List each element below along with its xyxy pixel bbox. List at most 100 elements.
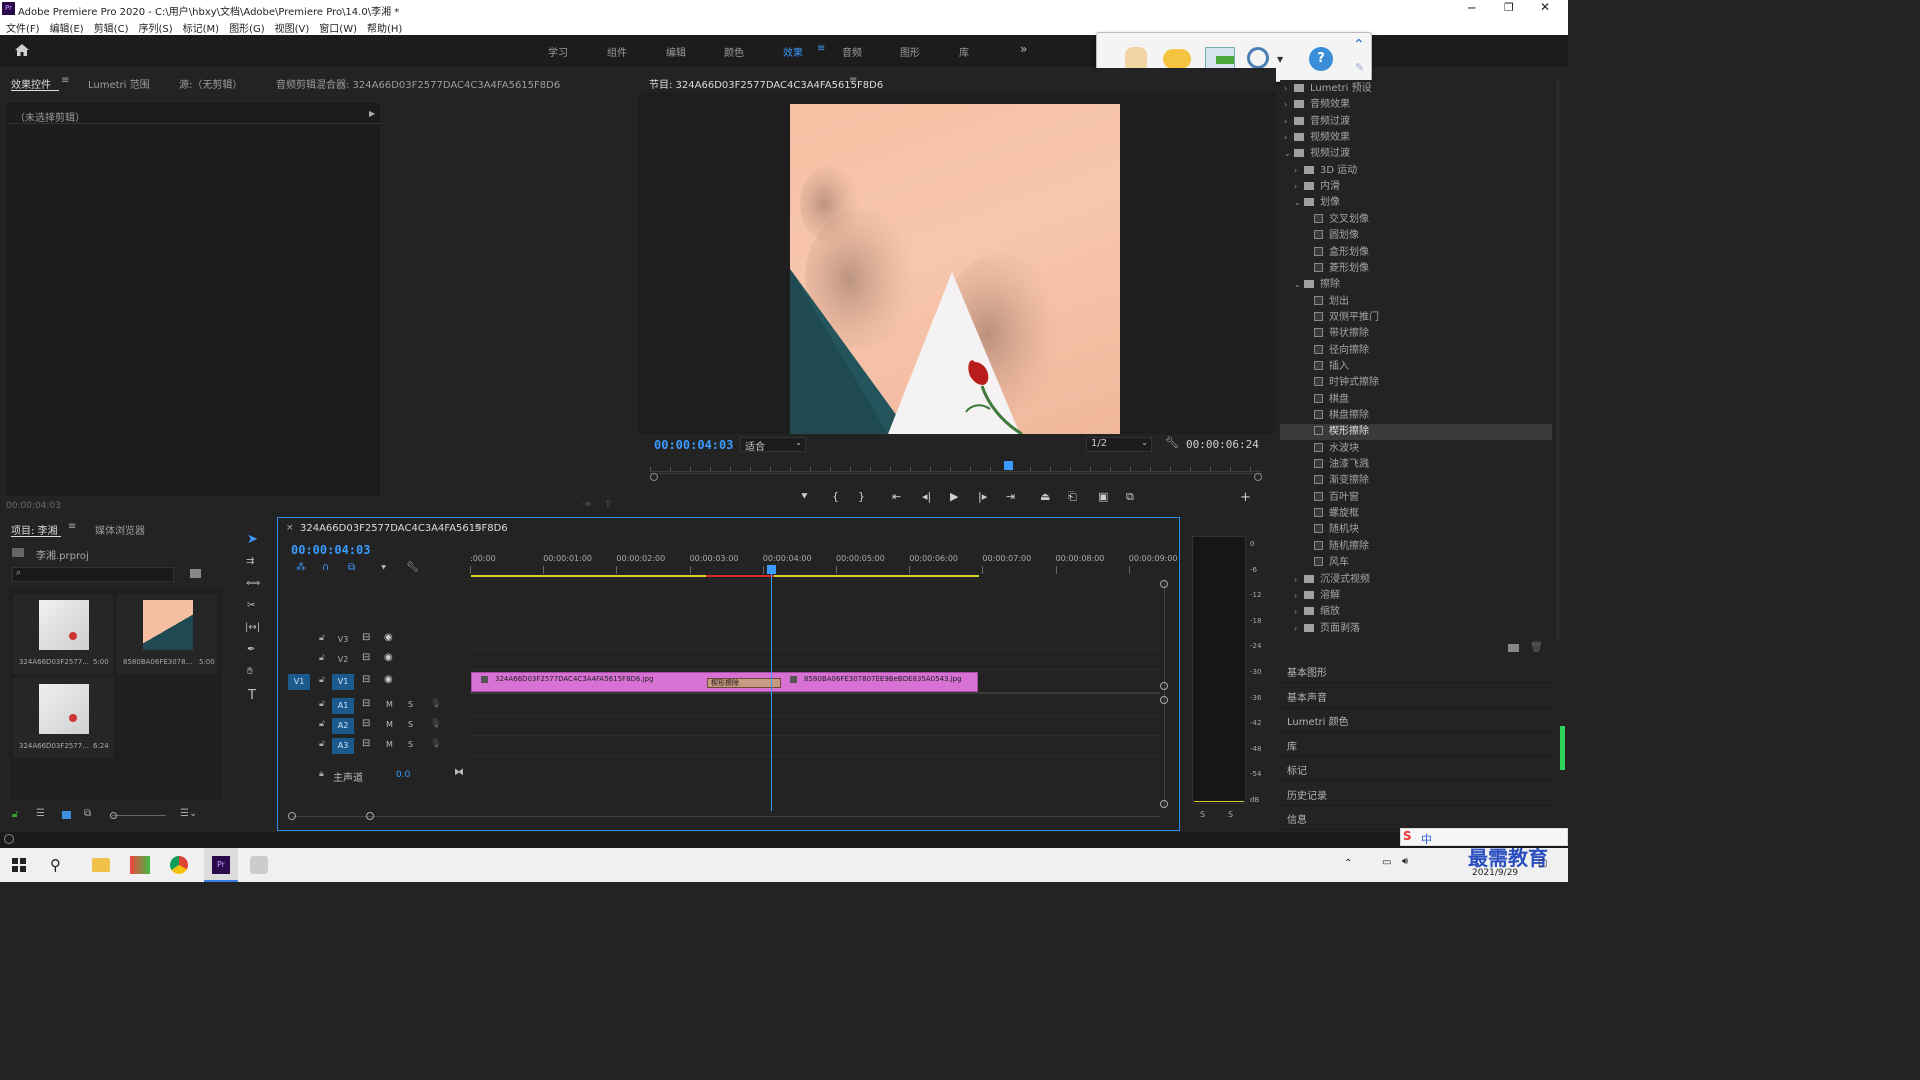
search-input[interactable]: [12, 567, 174, 582]
wrench-icon[interactable]: 🔧︎: [1165, 436, 1179, 449]
workspace-menu-icon[interactable]: ≡: [817, 43, 825, 54]
workspace-tab[interactable]: 图形: [900, 44, 920, 59]
effect-item[interactable]: 圆划像: [1280, 228, 1552, 244]
playhead-head[interactable]: [767, 565, 776, 574]
effect-item[interactable]: 插入: [1280, 359, 1552, 375]
workspace-tab[interactable]: 音频: [842, 44, 862, 59]
effects-scrollbar[interactable]: [1556, 80, 1560, 640]
track-label[interactable]: A2: [332, 718, 354, 734]
panel-menu-icon[interactable]: ≡: [61, 75, 69, 86]
type-tool-icon[interactable]: T: [248, 688, 256, 703]
effect-item[interactable]: 棋盘: [1280, 392, 1552, 408]
solo-left-button[interactable]: S: [1200, 810, 1205, 819]
project-item[interactable]: 8580BA06FE3078... 5:00: [117, 594, 217, 674]
zoom-handle-right[interactable]: [366, 812, 374, 820]
help-icon[interactable]: ?: [1309, 47, 1333, 71]
track-label[interactable]: A3: [332, 738, 354, 754]
camera-icon[interactable]: ▣: [1098, 490, 1108, 503]
tab-project[interactable]: 项目: 李湘: [11, 522, 58, 537]
disclosure-arrow-icon[interactable]: ›: [1294, 179, 1304, 195]
workspace-tab[interactable]: 编辑: [666, 44, 686, 59]
eye-icon[interactable]: ◉: [384, 652, 393, 663]
workspace-tab[interactable]: 组件: [607, 44, 627, 59]
zoom-slider[interactable]: [112, 815, 166, 816]
selection-tool-icon[interactable]: ➤: [247, 532, 258, 547]
effect-item[interactable]: 风车: [1280, 555, 1552, 571]
effect-item[interactable]: 划出: [1280, 294, 1552, 310]
track-label[interactable]: V3: [332, 632, 354, 648]
premiere-taskbar-icon[interactable]: Pr: [204, 848, 238, 882]
side-panel-tab[interactable]: 信息: [1280, 807, 1556, 830]
start-icon[interactable]: [12, 858, 26, 872]
workspace-tab[interactable]: 学习: [548, 44, 568, 59]
go-to-out-icon[interactable]: ⇥: [1006, 490, 1015, 503]
go-to-in-icon[interactable]: ⇤: [892, 490, 901, 503]
solo-button[interactable]: S: [408, 700, 413, 709]
lock-icon[interactable]: 🔓︎: [12, 809, 18, 820]
disclosure-arrow-icon[interactable]: ›: [1284, 81, 1294, 97]
dropdown-arrow-icon[interactable]: ▼: [1277, 55, 1283, 64]
solo-right-button[interactable]: S: [1228, 810, 1233, 819]
effect-item[interactable]: › 沉浸式视频: [1280, 572, 1552, 588]
scroll-handle[interactable]: [1160, 580, 1168, 588]
pin-icon[interactable]: ✎: [1355, 61, 1364, 74]
mark-in-icon[interactable]: {: [832, 490, 839, 503]
disclosure-arrow-icon[interactable]: ›: [1294, 604, 1304, 620]
menu-item[interactable]: 帮助(H): [367, 24, 402, 35]
expand-arrow-icon[interactable]: ▶: [369, 109, 375, 118]
play-icon[interactable]: ▶: [950, 490, 958, 503]
list-view-icon[interactable]: ☰: [36, 808, 45, 819]
zoom-handle-right[interactable]: [1254, 473, 1262, 481]
solo-button[interactable]: S: [408, 720, 413, 729]
close-button[interactable]: ✕: [1540, 0, 1550, 14]
mic-icon[interactable]: 🎙︎: [430, 719, 441, 729]
share-icon[interactable]: ⇪: [604, 499, 612, 510]
zoom-handle-left[interactable]: [650, 473, 658, 481]
menu-item[interactable]: 视图(V): [275, 24, 310, 35]
project-item[interactable]: 324A66D03F2577... 5:00: [13, 594, 113, 674]
effect-item[interactable]: 棋盘擦除: [1280, 408, 1552, 424]
menu-item[interactable]: 编辑(E): [50, 24, 84, 35]
mic-icon[interactable]: 🎙︎: [430, 699, 441, 709]
export-frame-icon[interactable]: ⇥: [582, 499, 590, 510]
snap-icon[interactable]: ∩: [322, 562, 329, 573]
lock-icon[interactable]: 🔒︎: [319, 769, 324, 779]
effect-item[interactable]: ⌄ 视频过渡: [1280, 146, 1552, 162]
zoom-search-icon[interactable]: [1247, 47, 1269, 69]
menu-item[interactable]: 窗口(W): [319, 24, 357, 35]
effect-item[interactable]: › 缩放: [1280, 604, 1552, 620]
fit-dropdown[interactable]: 适合 ⌄: [740, 437, 806, 453]
effect-item[interactable]: 水波块: [1280, 441, 1552, 457]
extract-icon[interactable]: ⎗: [1068, 490, 1077, 504]
sort-icon[interactable]: ☰⌄: [180, 808, 197, 819]
tray-chevron-icon[interactable]: ⌃: [1344, 858, 1352, 869]
track-label[interactable]: V2: [332, 652, 354, 668]
scroll-handle[interactable]: [1160, 682, 1168, 690]
settings-wrench-icon[interactable]: 🔧︎: [406, 562, 419, 573]
add-marker-icon[interactable]: ⯆: [380, 564, 387, 574]
effect-item[interactable]: › 音频效果: [1280, 97, 1552, 113]
lock-icon[interactable]: 🔓︎: [319, 699, 325, 709]
linked-selection-icon[interactable]: ⧉: [348, 562, 355, 573]
side-panel-tab[interactable]: 标记: [1280, 758, 1556, 781]
effect-item[interactable]: 时钟式擦除: [1280, 375, 1552, 391]
new-bin-icon[interactable]: [1508, 644, 1519, 652]
go-to-end-icon[interactable]: ⧓: [454, 767, 464, 778]
effect-item[interactable]: ⌄ 擦除: [1280, 277, 1552, 293]
lift-icon[interactable]: ⏏︎: [1040, 490, 1050, 503]
effect-item[interactable]: 菱形划像: [1280, 261, 1552, 277]
effect-item[interactable]: 盒形划像: [1280, 245, 1552, 261]
side-panel-tab[interactable]: Lumetri 颜色: [1280, 709, 1556, 732]
time-ruler[interactable]: :00:00 00:00:01:00 00:00:02:00 00:00:03:00 0…: [470, 548, 1178, 578]
effect-item[interactable]: 随机块: [1280, 522, 1552, 538]
sync-lock-icon[interactable]: ⊟: [362, 738, 370, 749]
delete-icon[interactable]: 🗑︎: [1530, 642, 1543, 653]
disclosure-arrow-icon[interactable]: ⌄: [1294, 195, 1304, 211]
scroll-handle[interactable]: [1160, 800, 1168, 808]
mini-playhead[interactable]: [1004, 461, 1013, 470]
file-explorer-icon[interactable]: [92, 858, 110, 872]
eye-icon[interactable]: ◉: [384, 674, 393, 685]
effect-item[interactable]: 随机擦除: [1280, 539, 1552, 555]
side-panel-tab[interactable]: 历史记录: [1280, 783, 1556, 806]
disclosure-arrow-icon[interactable]: ⌄: [1284, 146, 1294, 162]
